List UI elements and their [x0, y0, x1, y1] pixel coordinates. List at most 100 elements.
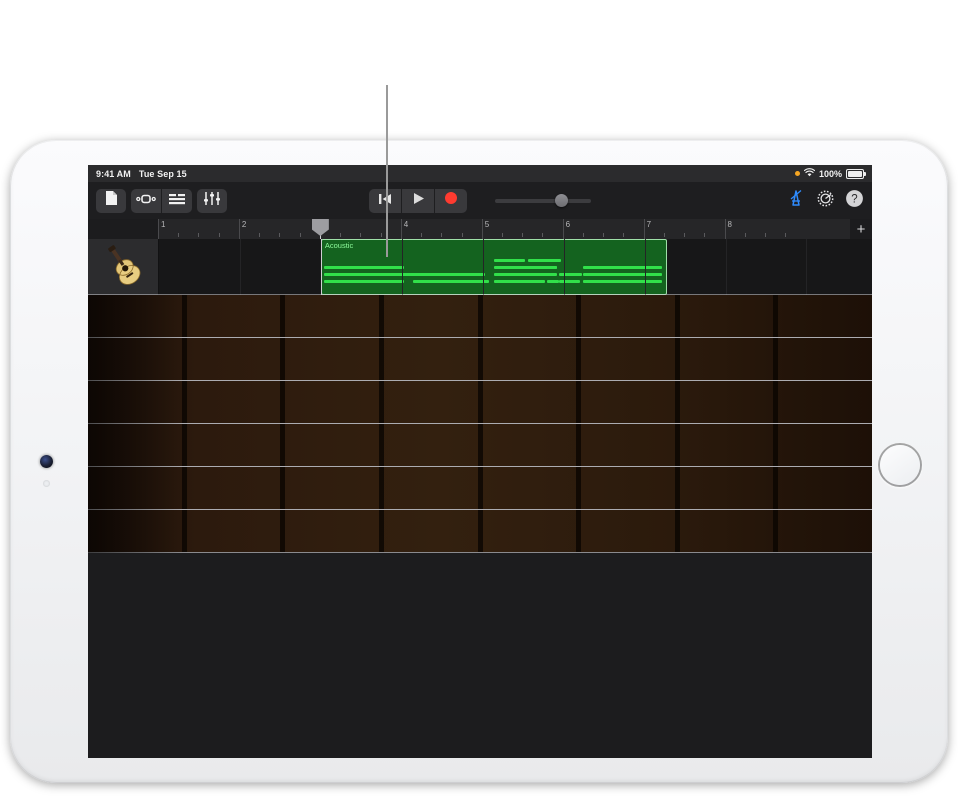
midi-note [493, 259, 525, 262]
fret-cell[interactable] [88, 338, 182, 380]
lane-bar-divider [644, 239, 646, 295]
fret-cell[interactable] [576, 510, 675, 552]
fret-cell[interactable] [576, 338, 675, 380]
fret-cell[interactable] [280, 338, 379, 380]
fret-cell[interactable] [378, 381, 478, 423]
midi-note [583, 273, 663, 276]
fret-cell[interactable] [181, 338, 281, 380]
fret-cell[interactable] [773, 467, 872, 509]
fret-cell[interactable] [477, 295, 577, 337]
midi-note [493, 273, 558, 276]
fret-cell[interactable] [378, 338, 478, 380]
document-icon [105, 190, 118, 211]
fret-cell[interactable] [477, 381, 577, 423]
fret-cell[interactable] [280, 295, 379, 337]
view-toggle-group[interactable] [131, 188, 192, 213]
transport-button-group [369, 188, 467, 213]
fret-cell[interactable] [88, 424, 182, 466]
fret-cell[interactable] [280, 510, 379, 552]
fret-cell[interactable] [280, 467, 379, 509]
fret-cell[interactable] [88, 467, 182, 509]
fret-cell[interactable] [477, 338, 577, 380]
loop-browser-button[interactable] [131, 189, 161, 213]
help-icon[interactable]: ? [845, 189, 864, 213]
ruler-beat-tick [198, 233, 200, 237]
track-lane[interactable]: Acoustic [159, 239, 872, 295]
ruler-bar-number: 8 [727, 220, 732, 229]
document-browser-button[interactable] [96, 188, 126, 213]
fret-cells [88, 295, 872, 337]
fret-cell[interactable] [674, 381, 774, 423]
fret-cell[interactable] [181, 424, 281, 466]
master-volume-knob[interactable] [555, 194, 568, 207]
timeline-ruler[interactable]: 12345678 [158, 219, 850, 239]
midi-note [409, 273, 486, 276]
midi-note [547, 280, 560, 283]
fret-cell[interactable] [674, 467, 774, 509]
ruler-beat-tick [785, 233, 787, 237]
fret-cell[interactable] [576, 295, 675, 337]
fret-cell[interactable] [88, 510, 182, 552]
fret-cell[interactable] [576, 467, 675, 509]
fretboard[interactable] [88, 294, 872, 553]
track-header-acoustic[interactable] [88, 239, 159, 295]
ruler-beat-tick [218, 233, 220, 237]
guitar-string-row-1[interactable] [88, 294, 872, 338]
fret-cell[interactable] [477, 510, 577, 552]
status-bar-left: 9:41 AM Tue Sep 15 [96, 169, 187, 179]
guitar-string-row-3[interactable] [88, 380, 872, 424]
guitar-string-row-6[interactable] [88, 509, 872, 553]
fret-cell[interactable] [378, 467, 478, 509]
fret-cell[interactable] [181, 295, 281, 337]
ruler-beat-tick [623, 233, 625, 237]
fret-cell[interactable] [181, 510, 281, 552]
fret-cell[interactable] [280, 381, 379, 423]
fret-cell[interactable] [674, 424, 774, 466]
midi-region-acoustic[interactable]: Acoustic [320, 239, 667, 295]
svg-text:?: ? [851, 193, 857, 205]
fret-cell[interactable] [477, 424, 577, 466]
region-name-label: Acoustic [324, 241, 354, 250]
playhead-handle[interactable] [311, 219, 329, 236]
record-button[interactable] [434, 188, 467, 213]
orange-dot-icon [794, 171, 800, 176]
front-camera-icon [40, 455, 53, 468]
fret-cell[interactable] [674, 338, 774, 380]
fret-cell[interactable] [773, 295, 872, 337]
rewind-button[interactable] [369, 189, 401, 213]
fret-cell[interactable] [773, 338, 872, 380]
wifi-icon [803, 168, 816, 179]
fret-cell[interactable] [773, 424, 872, 466]
play-button[interactable] [401, 188, 434, 213]
add-track-button[interactable]: + [850, 219, 872, 239]
ruler-beat-tick [501, 233, 503, 237]
fret-cell[interactable] [378, 424, 478, 466]
fx-button[interactable] [197, 188, 227, 213]
midi-note [323, 280, 405, 283]
track-controls-button[interactable] [161, 188, 192, 213]
battery-icon [846, 168, 866, 179]
master-volume-slider[interactable] [495, 189, 591, 213]
fret-cell[interactable] [181, 381, 281, 423]
ruler-bar-number: 5 [484, 220, 490, 229]
fret-cell[interactable] [477, 467, 577, 509]
fret-cell[interactable] [88, 381, 182, 423]
home-button[interactable] [878, 443, 922, 487]
guitar-string-row-2[interactable] [88, 337, 872, 381]
fret-cell[interactable] [280, 424, 379, 466]
fret-cell[interactable] [773, 510, 872, 552]
fret-cell[interactable] [674, 295, 774, 337]
timeline-ruler-row: 12345678 + [88, 219, 872, 239]
fret-cell[interactable] [674, 510, 774, 552]
fret-cell[interactable] [378, 510, 478, 552]
fret-cell[interactable] [576, 381, 675, 423]
metronome-icon[interactable] [786, 188, 806, 213]
fret-cell[interactable] [576, 424, 675, 466]
guitar-string-row-4[interactable] [88, 423, 872, 467]
fret-cell[interactable] [773, 381, 872, 423]
guitar-string-row-5[interactable] [88, 466, 872, 510]
fret-cell[interactable] [378, 295, 478, 337]
settings-gear-icon[interactable] [816, 189, 835, 213]
fret-cell[interactable] [181, 467, 281, 509]
fret-cell[interactable] [88, 295, 182, 337]
